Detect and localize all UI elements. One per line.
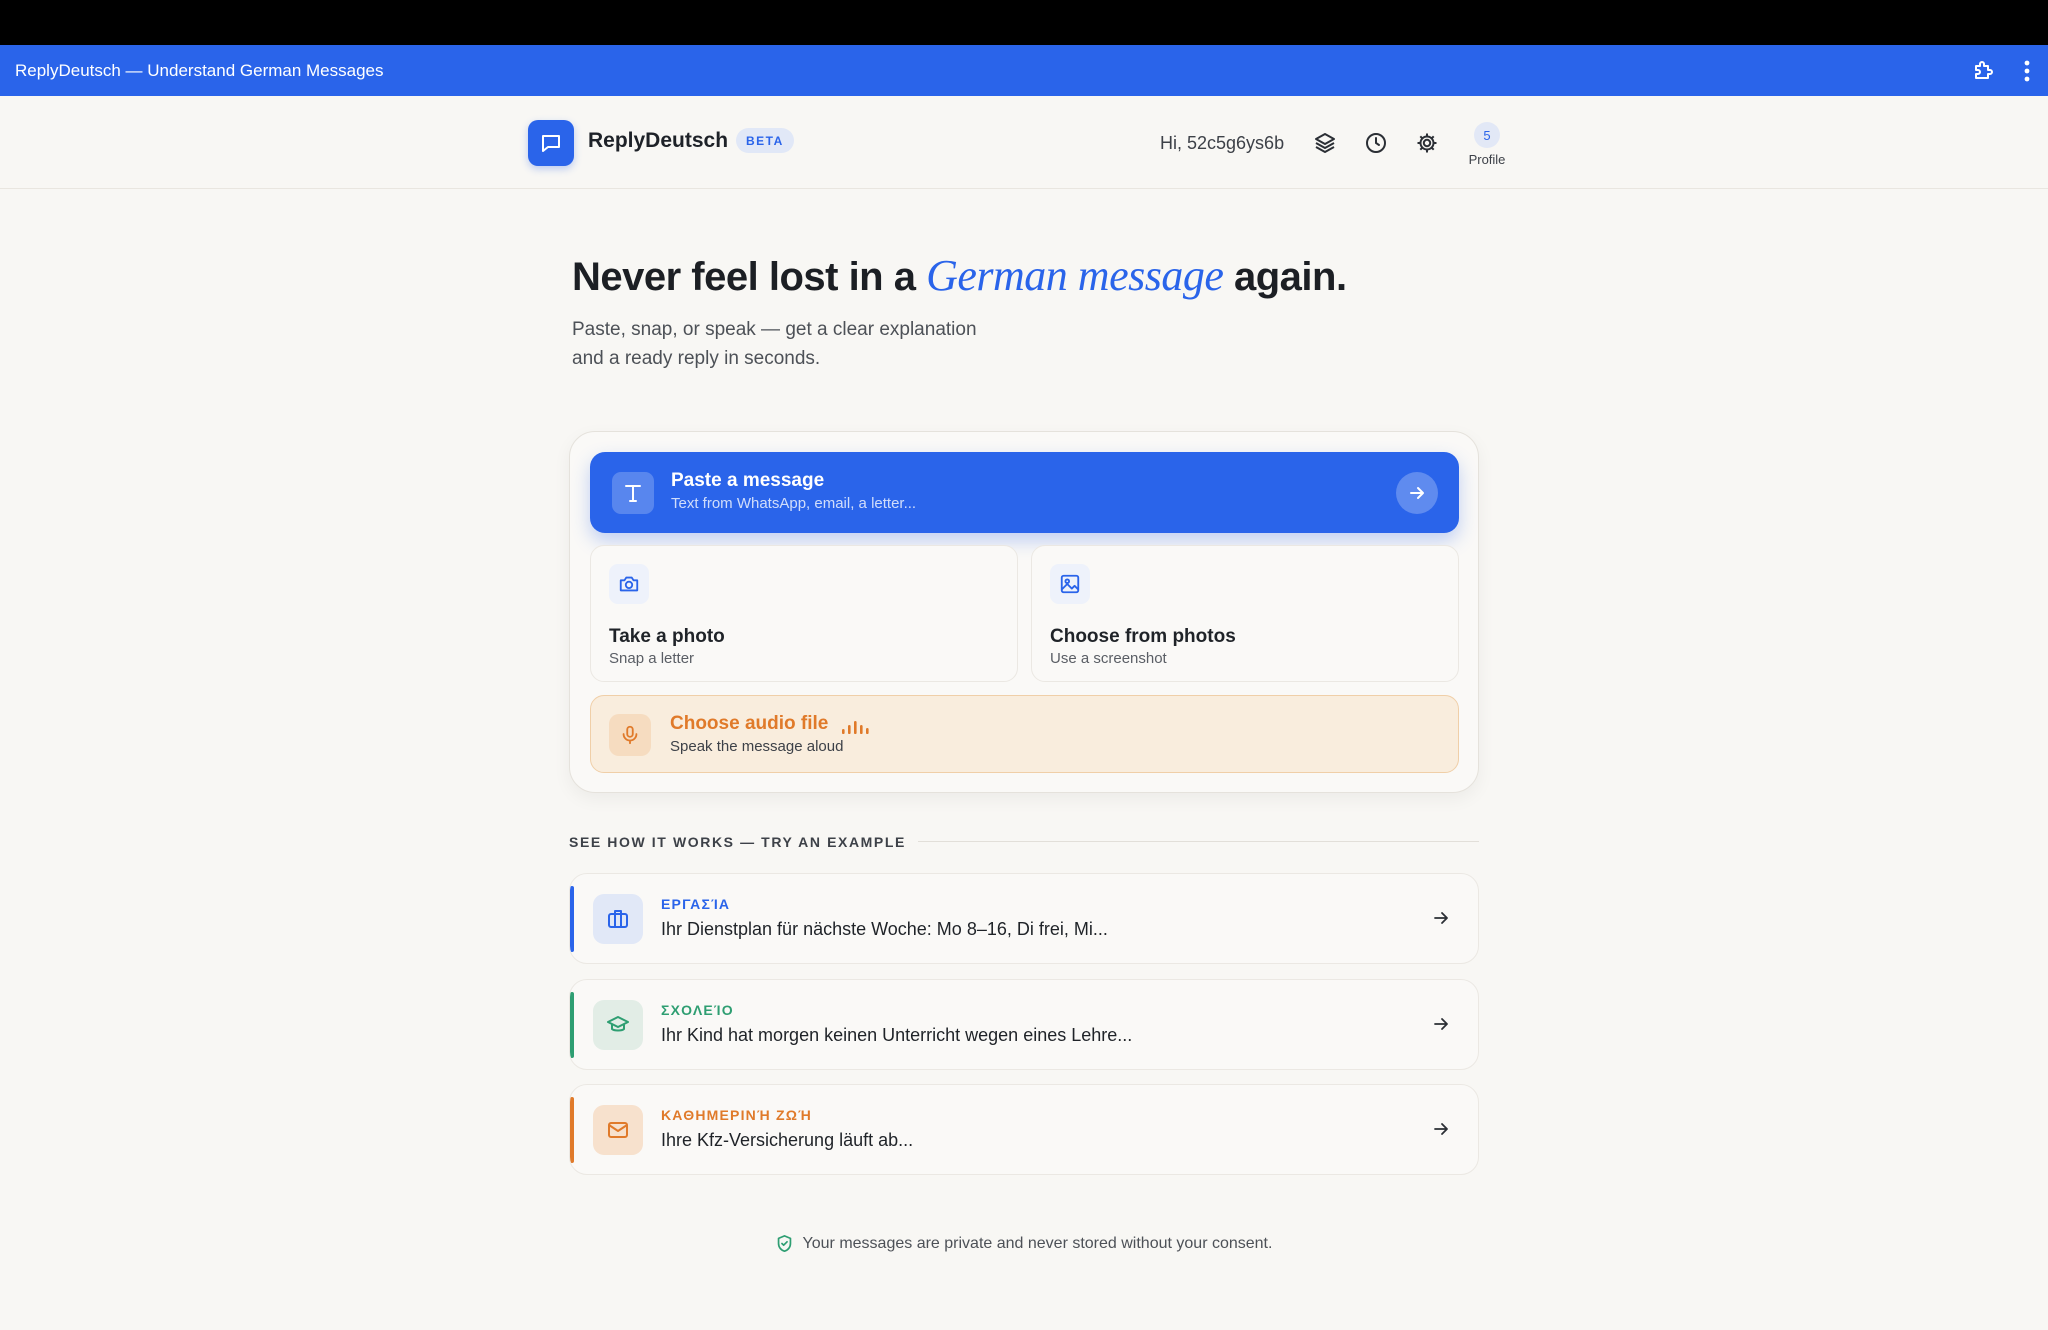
brand-name: ReplyDeutsch — [588, 129, 729, 152]
choose-audio-title: Choose audio file — [670, 713, 829, 734]
paste-message-button[interactable]: Paste a message Text from WhatsApp, emai… — [590, 452, 1459, 533]
take-photo-subtitle: Snap a letter — [609, 650, 695, 667]
example-school[interactable]: ΣΧΟΛΕΊΟ Ihr Kind hat morgen keinen Unter… — [569, 979, 1479, 1070]
profile-label[interactable]: Profile — [1460, 152, 1514, 167]
privacy-notice: Your messages are private and never stor… — [0, 1234, 2048, 1253]
accent-bar — [570, 1097, 574, 1163]
app-header: ReplyDeutsch BETA Hi, 52c5g6ys6b 5 Profi… — [0, 96, 2048, 189]
choose-audio-button[interactable]: Choose audio file Speak the message alou… — [590, 695, 1459, 773]
audio-wave-icon — [842, 721, 869, 734]
paste-message-subtitle: Text from WhatsApp, email, a letter... — [671, 495, 917, 512]
example-text: Ihr Dienstplan für nächste Woche: Mo 8–1… — [661, 919, 1108, 939]
layers-icon[interactable] — [1313, 131, 1337, 155]
arrow-right-icon — [1396, 472, 1438, 514]
arrow-right-icon — [1434, 912, 1448, 924]
example-daily-life[interactable]: ΚΑΘΗΜΕΡΙΝΉ ΖΩΉ Ihre Kfz-Versicherung läu… — [569, 1084, 1479, 1175]
camera-icon — [609, 564, 649, 604]
example-category: ΚΑΘΗΜΕΡΙΝΉ ΖΩΉ — [661, 1107, 813, 1123]
input-options-card: Paste a message Text from WhatsApp, emai… — [569, 431, 1479, 793]
privacy-text: Your messages are private and never stor… — [802, 1234, 1273, 1252]
section-divider — [918, 841, 1479, 842]
os-top-bar — [0, 0, 2048, 45]
hero-title-end: again. — [1223, 255, 1347, 299]
briefcase-icon — [593, 894, 643, 944]
hero-title-accent: German message — [926, 251, 1224, 300]
example-category: ΕΡΓΑΣΊΑ — [661, 896, 731, 912]
window-title-bar: ReplyDeutsch — Understand German Message… — [0, 45, 2048, 96]
beta-badge: BETA — [736, 128, 794, 153]
profile-count-badge[interactable]: 5 — [1474, 122, 1500, 148]
example-category: ΣΧΟΛΕΊΟ — [661, 1002, 734, 1018]
text-icon — [612, 472, 654, 514]
paste-message-title: Paste a message — [671, 470, 825, 491]
app-logo[interactable] — [528, 120, 574, 166]
chat-bubble-icon — [542, 135, 560, 152]
mail-icon — [593, 1105, 643, 1155]
user-greeting: Hi, 52c5g6ys6b — [1160, 133, 1285, 153]
take-photo-title: Take a photo — [609, 626, 725, 647]
extension-icon[interactable] — [1972, 59, 1996, 83]
hero-title: Never feel lost in a German message agai… — [572, 250, 1347, 301]
hero-title-start: Never feel lost in a — [572, 255, 927, 299]
shield-check-icon — [777, 1235, 791, 1252]
choose-audio-subtitle: Speak the message aloud — [670, 738, 844, 755]
example-text: Ihr Kind hat morgen keinen Unterricht we… — [661, 1025, 1133, 1045]
history-icon[interactable] — [1364, 131, 1388, 155]
gear-icon[interactable] — [1415, 131, 1439, 155]
more-vertical-icon[interactable] — [2024, 60, 2030, 82]
example-text: Ihre Kfz-Versicherung läuft ab... — [661, 1130, 914, 1150]
microphone-icon — [609, 714, 651, 756]
graduation-cap-icon — [593, 1000, 643, 1050]
accent-bar — [570, 992, 574, 1058]
take-photo-button[interactable]: Take a photo Snap a letter — [590, 545, 1018, 682]
choose-photos-button[interactable]: Choose from photos Use a screenshot — [1031, 545, 1459, 682]
hero-subtitle: Paste, snap, or speak — get a clear expl… — [572, 319, 977, 369]
arrow-right-icon — [1434, 1018, 1448, 1030]
accent-bar — [570, 886, 574, 952]
arrow-right-icon — [1434, 1123, 1448, 1135]
choose-photos-subtitle: Use a screenshot — [1050, 650, 1167, 667]
window-title: ReplyDeutsch — Understand German Message… — [15, 60, 384, 80]
example-work[interactable]: ΕΡΓΑΣΊΑ Ihr Dienstplan für nächste Woche… — [569, 873, 1479, 964]
choose-photos-title: Choose from photos — [1050, 626, 1236, 647]
examples-section-label: SEE HOW IT WORKS — TRY AN EXAMPLE — [569, 834, 906, 850]
image-icon — [1050, 564, 1090, 604]
